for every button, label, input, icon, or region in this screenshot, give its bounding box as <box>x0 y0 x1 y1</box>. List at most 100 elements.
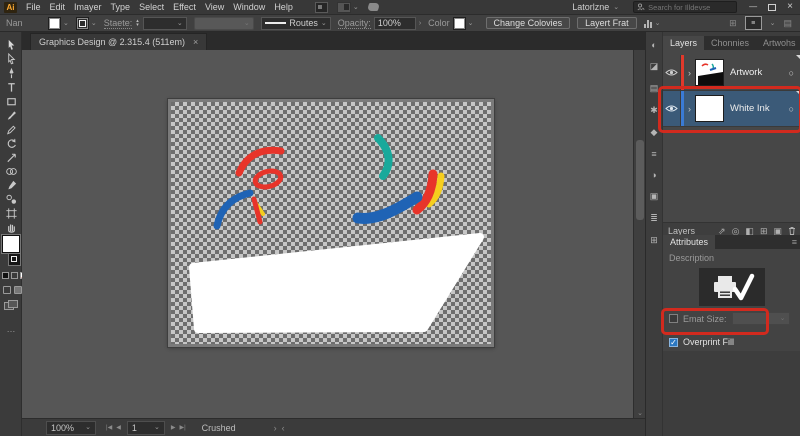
canvas-viewport[interactable] <box>22 50 633 418</box>
fill-color-proxy[interactable] <box>2 235 20 253</box>
scale-tool[interactable] <box>0 150 22 164</box>
type-tool[interactable] <box>0 80 22 94</box>
search-box[interactable] <box>633 1 738 13</box>
tab-channels[interactable]: Chonnies <box>704 36 756 50</box>
direct-selection-tool[interactable] <box>0 52 22 66</box>
stroke-panel-icon[interactable]: ≡ <box>651 149 656 159</box>
menu-type[interactable]: Type <box>111 2 131 12</box>
layer-row-white-ink[interactable]: › White Ink ○ <box>663 91 800 127</box>
chevron-down-icon[interactable]: ⌄ <box>63 20 69 27</box>
arrange-documents-button[interactable]: ≡ <box>744 16 762 30</box>
pages-panel-icon[interactable]: ▣ <box>650 191 659 202</box>
edit-toolbar-icon[interactable]: … <box>0 324 22 334</box>
color-mode-icon[interactable] <box>2 272 9 279</box>
stroke-weight-label[interactable]: Staete: <box>103 18 133 29</box>
minimize-button[interactable]: — <box>749 3 757 11</box>
menu-file[interactable]: File <box>26 2 41 12</box>
fill-swatch[interactable] <box>48 16 61 30</box>
visibility-eye-icon[interactable] <box>663 55 681 90</box>
color-swatch[interactable] <box>452 16 466 30</box>
stroke-swatch[interactable] <box>75 16 89 30</box>
first-artboard-icon[interactable]: |◀ <box>106 424 112 431</box>
layers-panel-icon[interactable]: ≣ <box>650 213 658 224</box>
scrollbar-thumb[interactable] <box>636 140 644 220</box>
selection-tool[interactable] <box>0 38 22 52</box>
chevron-down-icon[interactable]: ⌄ <box>468 20 474 27</box>
pencil-tool[interactable] <box>0 122 22 136</box>
search-input[interactable] <box>648 2 729 12</box>
swoosh-artwork[interactable] <box>352 134 445 224</box>
document-tab[interactable]: Graphics Design @ 2.315.4 (511em) × <box>30 33 208 50</box>
expand-chevron-icon[interactable]: › <box>684 68 695 78</box>
chevron-down-icon[interactable]: ⌄ <box>91 20 97 27</box>
previous-artboard-icon[interactable]: ◀ <box>116 424 121 431</box>
opacity-label[interactable]: Opacity: <box>337 18 371 29</box>
restore-button[interactable] <box>768 3 777 11</box>
gradient-panel-icon[interactable]: ◑ <box>651 170 656 180</box>
paintbrush-tool[interactable] <box>0 108 22 122</box>
close-button[interactable]: × <box>787 2 793 12</box>
opacity-value-field[interactable]: 100% <box>373 16 416 30</box>
gradient-mode-icon[interactable] <box>11 272 18 279</box>
change-screen-mode-icon[interactable] <box>4 300 18 310</box>
artwork-canvas[interactable] <box>171 102 491 344</box>
tab-layers[interactable]: Layers <box>663 36 705 50</box>
stepper-down-icon[interactable]: ▾ <box>136 23 139 28</box>
workspace-switcher[interactable]: Latorlzne ⌄ <box>572 2 619 12</box>
visibility-eye-icon[interactable] <box>663 91 681 126</box>
layer-name[interactable]: Artwork <box>730 67 762 78</box>
rotate-tool[interactable] <box>0 136 22 150</box>
chevron-down-icon[interactable]: ⌄ <box>655 20 661 27</box>
draw-normal-icon[interactable] <box>3 286 11 294</box>
hand-tool[interactable] <box>0 220 22 234</box>
layert-frat-button[interactable]: Layert Frat <box>577 17 637 29</box>
pen-tool[interactable] <box>0 66 22 80</box>
document-grid-icon[interactable]: ⊞ <box>729 18 737 29</box>
menu-window[interactable]: Window <box>233 2 265 12</box>
layout-grid-icon[interactable] <box>336 1 351 13</box>
graph-panel-icon[interactable]: ▤ <box>650 83 659 94</box>
status-next-icon[interactable]: › <box>274 423 277 433</box>
tab-close-icon[interactable]: × <box>193 37 198 47</box>
swatches-panel-icon[interactable]: ◪ <box>650 61 659 72</box>
tab-artboards[interactable]: Artwohs <box>756 36 800 50</box>
panel-menu-icon[interactable]: ≡ <box>792 235 797 249</box>
layer-thumbnail-white-ink[interactable] <box>695 95 724 122</box>
symbols-panel-icon[interactable]: ✱ <box>650 105 658 116</box>
email-size-checkbox[interactable] <box>669 314 678 323</box>
menu-layer[interactable]: Imayer <box>74 2 102 12</box>
color-panel-icon[interactable]: ◐ <box>651 40 656 50</box>
overprint-fill-checkbox[interactable]: ✓ <box>669 337 678 347</box>
app-switcher-icon[interactable] <box>314 1 328 13</box>
last-artboard-icon[interactable]: ▶| <box>179 424 185 431</box>
menu-effect[interactable]: Effect <box>173 2 196 12</box>
target-circle-icon[interactable]: ○ <box>789 68 794 78</box>
layer-row-artwork[interactable]: › Artwork ○ <box>663 55 800 91</box>
rectangle-tool[interactable] <box>0 94 22 108</box>
artboards-panel-icon[interactable]: ⊞ <box>650 235 658 246</box>
chevron-down-icon[interactable]: ⌄ <box>770 20 776 27</box>
menu-select[interactable]: Select <box>139 2 164 12</box>
tab-attributes[interactable]: Attributes <box>663 235 716 249</box>
variable-width-dropdown[interactable]: ⌄ <box>193 16 254 30</box>
white-ink-shape[interactable] <box>189 233 484 333</box>
stroke-color-proxy[interactable] <box>8 253 21 266</box>
artboard-transparency-grid[interactable] <box>168 99 494 347</box>
graph-options-icon[interactable] <box>643 19 652 28</box>
menu-help[interactable]: Help <box>274 2 293 12</box>
menu-edit[interactable]: Edit <box>50 2 66 12</box>
share-icon[interactable] <box>366 3 381 11</box>
artboard-tool[interactable] <box>0 206 22 220</box>
change-colonies-button[interactable]: Change Colovies <box>485 17 571 29</box>
brush-definition-dropdown[interactable]: Routes ⌄ <box>260 16 331 30</box>
expand-chevron-icon[interactable]: › <box>684 104 695 114</box>
layer-thumbnail-artwork[interactable] <box>695 59 724 86</box>
shape-builder-tool[interactable] <box>0 164 22 178</box>
menu-view[interactable]: View <box>205 2 224 12</box>
eyedropper-tool[interactable] <box>0 178 22 192</box>
status-prev-icon[interactable]: ‹ <box>282 423 285 433</box>
vertical-scrollbar[interactable]: ⌄ <box>633 50 645 418</box>
document-list-icon[interactable]: ▤ <box>783 18 792 29</box>
target-circle-icon[interactable]: ○ <box>789 104 794 114</box>
status-menu-arrows[interactable]: › ‹ <box>274 423 285 433</box>
